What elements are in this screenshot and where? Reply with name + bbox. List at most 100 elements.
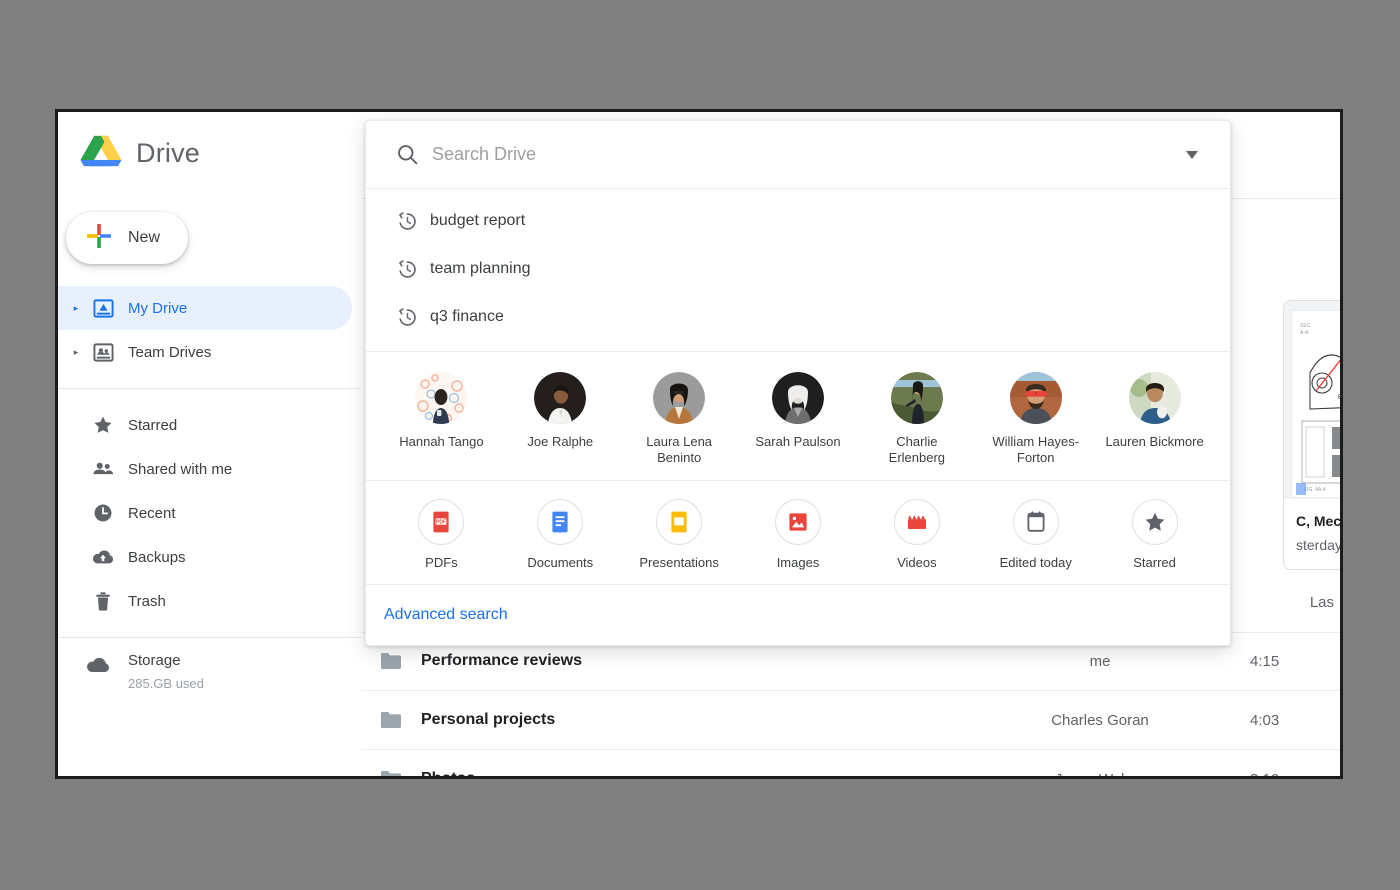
search-suggestions-list: budget report team planning q3 finance	[366, 189, 1230, 352]
file-modified-time: 3:10	[1250, 770, 1280, 779]
filter-presentations[interactable]: Presentations	[620, 499, 739, 570]
filter-label: PDFs	[425, 555, 458, 570]
sidebar-item-starred[interactable]: Starred	[58, 403, 361, 447]
sidebar-item-storage[interactable]: Storage 285.GB used	[58, 652, 361, 691]
suggestion-text: q3 finance	[430, 308, 504, 325]
screenshot-stage: SEC A-A 4 B	[0, 0, 1400, 890]
person-name: Laura Lena Beninto	[646, 434, 713, 465]
technical-drawing-thumbnail: SEC A-A 4 B	[1292, 311, 1342, 497]
history-icon	[384, 259, 430, 280]
sidebar-secondary-nav: Starred Shared with me Recent Backups Tr…	[58, 403, 361, 623]
calendar-icon	[1012, 499, 1059, 545]
search-overlay-panel: budget report team planning	[365, 120, 1231, 646]
person-chip[interactable]: Charlie Erlenberg	[857, 372, 976, 466]
chevron-right-icon[interactable]: ▸	[66, 303, 86, 314]
sidebar-item-label: Starred	[128, 416, 178, 434]
person-chip[interactable]: Laura Lena Beninto	[620, 372, 739, 466]
search-input[interactable]	[430, 143, 1172, 166]
pdf-icon: PDF	[418, 499, 465, 545]
svg-text:A-A: A-A	[1300, 330, 1309, 336]
file-modified-time: 4:03	[1250, 711, 1280, 729]
person-name: Hannah Tango	[399, 434, 484, 449]
filter-images[interactable]: Images	[739, 499, 858, 570]
list-item[interactable]: q3 finance	[366, 293, 1230, 341]
my-drive-icon	[86, 298, 120, 319]
sidebar-item-label: Team Drives	[128, 343, 212, 361]
plus-icon	[86, 223, 112, 254]
table-row[interactable]: Personal projects Charles Goran 4:03	[361, 691, 1340, 750]
person-chip[interactable]: Sarah Paulson	[739, 372, 858, 466]
cloud-upload-icon	[86, 548, 120, 566]
sidebar-item-label: Trash	[128, 592, 166, 610]
filter-label: Edited today	[999, 555, 1072, 570]
person-chip[interactable]: William Hayes-Forton	[976, 372, 1095, 466]
new-button[interactable]: New	[66, 212, 189, 264]
list-item[interactable]: budget report	[366, 197, 1230, 245]
star-icon	[86, 415, 120, 435]
filter-edited-today[interactable]: Edited today	[976, 499, 1095, 570]
person-name: Joe Ralphe	[527, 434, 594, 449]
search-icon	[384, 143, 430, 166]
storage-text: Storage 285.GB used	[128, 652, 204, 691]
filter-label: Documents	[527, 555, 594, 570]
filter-documents[interactable]: Documents	[501, 499, 620, 570]
file-list: Performance reviews me 4:15 Personal pro…	[361, 632, 1340, 779]
sidebar-item-trash[interactable]: Trash	[58, 579, 361, 623]
filter-label: Images	[776, 555, 820, 570]
suggestion-text: team planning	[430, 260, 531, 277]
sidebar-item-label: Recent	[128, 504, 176, 522]
person-name: Lauren Bickmore	[1105, 434, 1204, 449]
google-drive-logo	[80, 134, 122, 172]
trash-icon	[86, 591, 120, 612]
recent-file-title: C, Mec…	[1296, 513, 1342, 529]
sidebar-primary-nav: ▸ My Drive ▸ Team Drives	[58, 286, 361, 374]
storage-title: Storage	[128, 652, 181, 669]
person-chip[interactable]: Lauren Bickmore	[1095, 372, 1214, 466]
people-icon	[86, 459, 120, 479]
filter-pdfs[interactable]: PDF PDFs	[382, 499, 501, 570]
recent-file-card[interactable]: SEC A-A 4 B	[1283, 300, 1342, 570]
avatar	[1128, 372, 1181, 424]
sidebar-item-shared-with-me[interactable]: Shared with me	[58, 447, 361, 491]
suggestion-text: budget report	[430, 212, 526, 229]
avatar	[1009, 372, 1062, 424]
person-chip[interactable]: Joe Ralphe	[501, 372, 620, 466]
svg-text:B: B	[1338, 395, 1342, 401]
chevron-right-icon[interactable]: ▸	[66, 347, 86, 358]
sidebar: Drive New ▸ My Drive ▸ Team Drives Starr…	[58, 112, 361, 776]
drawing-svg: SEC A-A 4 B	[1296, 323, 1342, 495]
history-icon	[384, 211, 430, 232]
star-icon	[1131, 499, 1178, 545]
clock-icon	[86, 503, 120, 523]
sidebar-item-recent[interactable]: Recent	[58, 491, 361, 535]
avatar	[772, 372, 824, 424]
list-item[interactable]: team planning	[366, 245, 1230, 293]
svg-text:FIG. 4A-4: FIG. 4A-4	[1304, 487, 1326, 493]
table-row[interactable]: Photos Jason Walser 3:10	[361, 750, 1340, 779]
svg-text:SEC: SEC	[1300, 323, 1311, 329]
sidebar-item-my-drive[interactable]: ▸ My Drive	[58, 286, 352, 330]
filter-videos[interactable]: Videos	[857, 499, 976, 570]
storage-used: 285.GB used	[128, 676, 204, 691]
avatar	[534, 372, 587, 424]
chevron-down-icon[interactable]	[1172, 150, 1212, 160]
person-chip[interactable]: Hannah Tango	[382, 372, 501, 466]
folder-icon	[361, 770, 421, 776]
avatar	[890, 372, 943, 424]
person-name: Sarah Paulson	[755, 434, 841, 449]
sidebar-item-backups[interactable]: Backups	[58, 535, 361, 579]
search-bar[interactable]	[366, 121, 1230, 189]
sidebar-item-team-drives[interactable]: ▸ Team Drives	[58, 330, 361, 374]
cloud-icon	[86, 652, 120, 678]
recent-file-meta: C, Mec… sterday	[1284, 499, 1342, 553]
sidebar-divider-2	[58, 637, 361, 638]
filter-chips-row: PDF PDFs Documents Presentations Images …	[366, 481, 1230, 585]
document-icon	[537, 499, 584, 545]
advanced-search-link[interactable]: Advanced search	[384, 606, 508, 624]
file-modified-time: 4:15	[1250, 652, 1280, 670]
new-button-label: New	[128, 229, 161, 246]
recent-file-thumbnail: SEC A-A 4 B	[1284, 301, 1342, 499]
avatar	[653, 372, 706, 424]
filter-starred[interactable]: Starred	[1095, 499, 1214, 570]
recent-file-date: sterday	[1296, 537, 1342, 553]
